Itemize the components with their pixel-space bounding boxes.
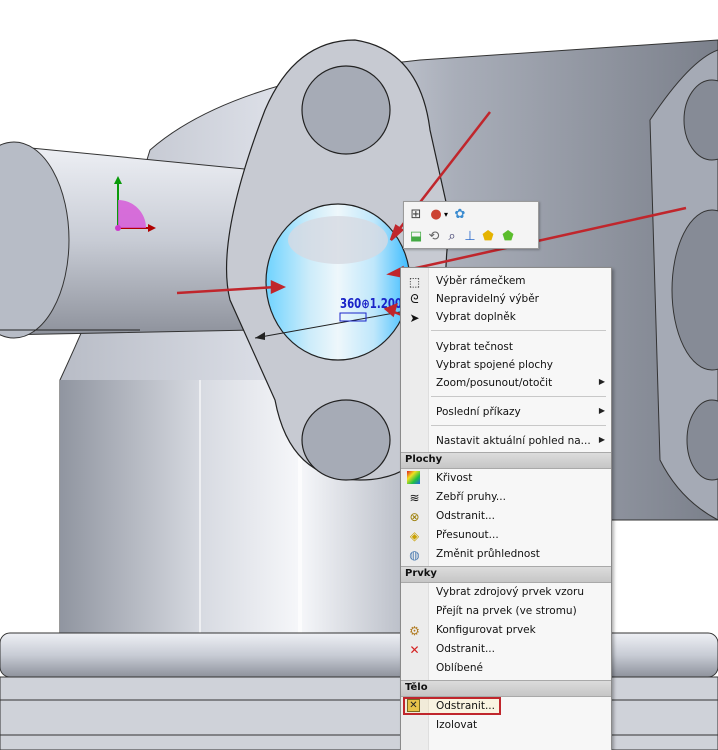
- submenu-arrow-icon: ▶: [598, 377, 605, 386]
- section-header-body: Tělo: [401, 680, 611, 697]
- section-header-faces: Plochy: [401, 452, 611, 469]
- sketch-icon[interactable]: ⊞: [408, 206, 424, 222]
- chevron-down-icon[interactable]: ▾: [442, 206, 450, 222]
- graphics-viewport[interactable]: 360⊕1.200 ⊞ ● ▾ ✿ ⬓ ⟲ ⌕ ⊥ ⬟ ⬟ ⬚ Výběr rá…: [0, 0, 718, 750]
- menu-item-select-connected-faces[interactable]: Vybrat spojené plochy: [401, 356, 611, 375]
- context-menu: ⬚ Výběr rámečkem ᘓ Nepravidelný výběr ➤ …: [400, 267, 612, 750]
- menu-item-go-to-feature[interactable]: Přejít na prvek (ve stromu): [401, 602, 611, 621]
- lasso-select-icon: ᘓ: [410, 292, 419, 306]
- context-toolbar: ⊞ ● ▾ ✿ ⬓ ⟲ ⌕ ⊥ ⬟ ⬟: [403, 201, 539, 249]
- menu-item-configure-feature[interactable]: ⚙ Konfigurovat prvek: [401, 621, 611, 640]
- menu-item-zoom-pan-rotate[interactable]: Zoom/posunout/otočit ▶: [401, 374, 611, 393]
- zebra-stripes-icon: ≋: [409, 490, 420, 505]
- display-style-icon[interactable]: ✿: [452, 206, 468, 222]
- menu-separator: [431, 425, 606, 426]
- menu-item-box-select[interactable]: ⬚ Výběr rámečkem: [401, 272, 611, 291]
- menu-item-select-tangency[interactable]: Vybrat tečnost: [401, 338, 611, 357]
- normal-to-icon[interactable]: ⊥: [462, 228, 478, 244]
- menu-item-zebra-stripes[interactable]: ≋ Zebří pruhy...: [401, 488, 611, 507]
- menu-item-set-current-view[interactable]: Nastavit aktuální pohled na... ▶: [401, 432, 611, 451]
- menu-item-isolate[interactable]: Izolovat: [401, 716, 611, 735]
- menu-separator: [431, 396, 606, 397]
- box-select-icon: ⬚: [408, 274, 421, 289]
- submenu-arrow-icon: ▶: [598, 435, 605, 444]
- view-orientation-icon[interactable]: ⟲: [426, 228, 442, 244]
- menu-item-delete-body[interactable]: ✕ Odstranit...: [401, 697, 611, 716]
- menu-item-lasso-select[interactable]: ᘓ Nepravidelný výběr: [401, 290, 611, 309]
- menu-item-change-transparency[interactable]: ◍ Změnit průhlednost: [401, 545, 611, 564]
- move-face-icon: ◈: [409, 528, 420, 543]
- menu-item-favorites[interactable]: Oblíbené: [401, 659, 611, 678]
- section-header-features: Prvky: [401, 566, 611, 583]
- transparency-icon: ◍: [409, 547, 420, 562]
- menu-item-move-face[interactable]: ◈ Přesunout...: [401, 526, 611, 545]
- section-view-icon[interactable]: ⌕: [444, 228, 460, 244]
- delete-red-x-icon: ✕: [409, 642, 420, 657]
- delete-face-icon: ⊗: [409, 509, 420, 524]
- menu-item-delete-face[interactable]: ⊗ Odstranit...: [401, 507, 611, 526]
- edit-appearance-icon[interactable]: ⬟: [500, 228, 516, 244]
- menu-item-curvature[interactable]: Křivost: [401, 469, 611, 488]
- menu-item-select-pattern-seed[interactable]: Vybrat zdrojový prvek vzoru: [401, 583, 611, 602]
- curvature-icon: [407, 471, 420, 484]
- zoom-to-selection-icon[interactable]: ⬓: [408, 228, 424, 244]
- menu-item-select-other[interactable]: ➤ Vybrat doplněk: [401, 308, 611, 327]
- delete-body-icon: ✕: [407, 699, 420, 712]
- menu-item-delete-feature[interactable]: ✕ Odstranit...: [401, 640, 611, 659]
- menu-separator: [431, 330, 606, 331]
- submenu-arrow-icon: ▶: [598, 406, 605, 415]
- menu-item-recent-commands[interactable]: Poslední příkazy ▶: [401, 403, 611, 422]
- configure-feature-icon: ⚙: [409, 623, 420, 638]
- edit-color-icon[interactable]: ⬟: [480, 228, 496, 244]
- select-other-icon: ➤: [409, 310, 420, 325]
